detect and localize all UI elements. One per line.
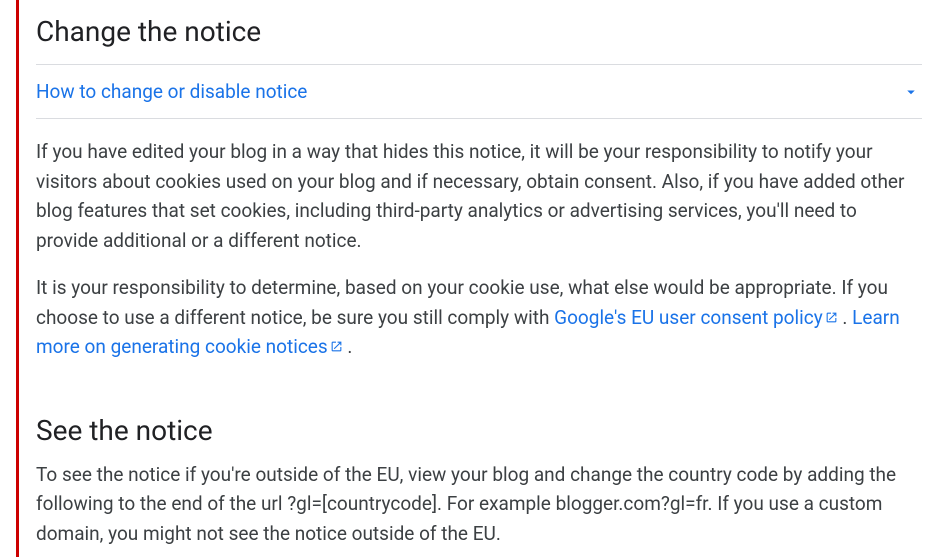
paragraph: To see the notice if you're outside of t… [36, 460, 922, 548]
external-link-icon [330, 340, 343, 353]
expander-how-to-change[interactable]: How to change or disable notice [36, 64, 922, 119]
section-heading-see: See the notice [36, 413, 922, 449]
chevron-down-icon [902, 83, 920, 101]
paragraph: It is your responsibility to determine, … [36, 273, 922, 361]
article-content: Change the notice How to change or disab… [0, 0, 944, 548]
link-eu-consent-policy[interactable]: Google's EU user consent policy [554, 306, 838, 329]
text: . [838, 306, 852, 329]
text: . [343, 335, 353, 358]
expander-label: How to change or disable notice [36, 80, 307, 103]
paragraph: If you have edited your blog in a way th… [36, 137, 922, 255]
section-heading-change: Change the notice [36, 14, 922, 50]
external-link-icon [825, 311, 838, 324]
link-text: Google's EU user consent policy [554, 306, 823, 329]
highlight-bar [16, 0, 19, 557]
